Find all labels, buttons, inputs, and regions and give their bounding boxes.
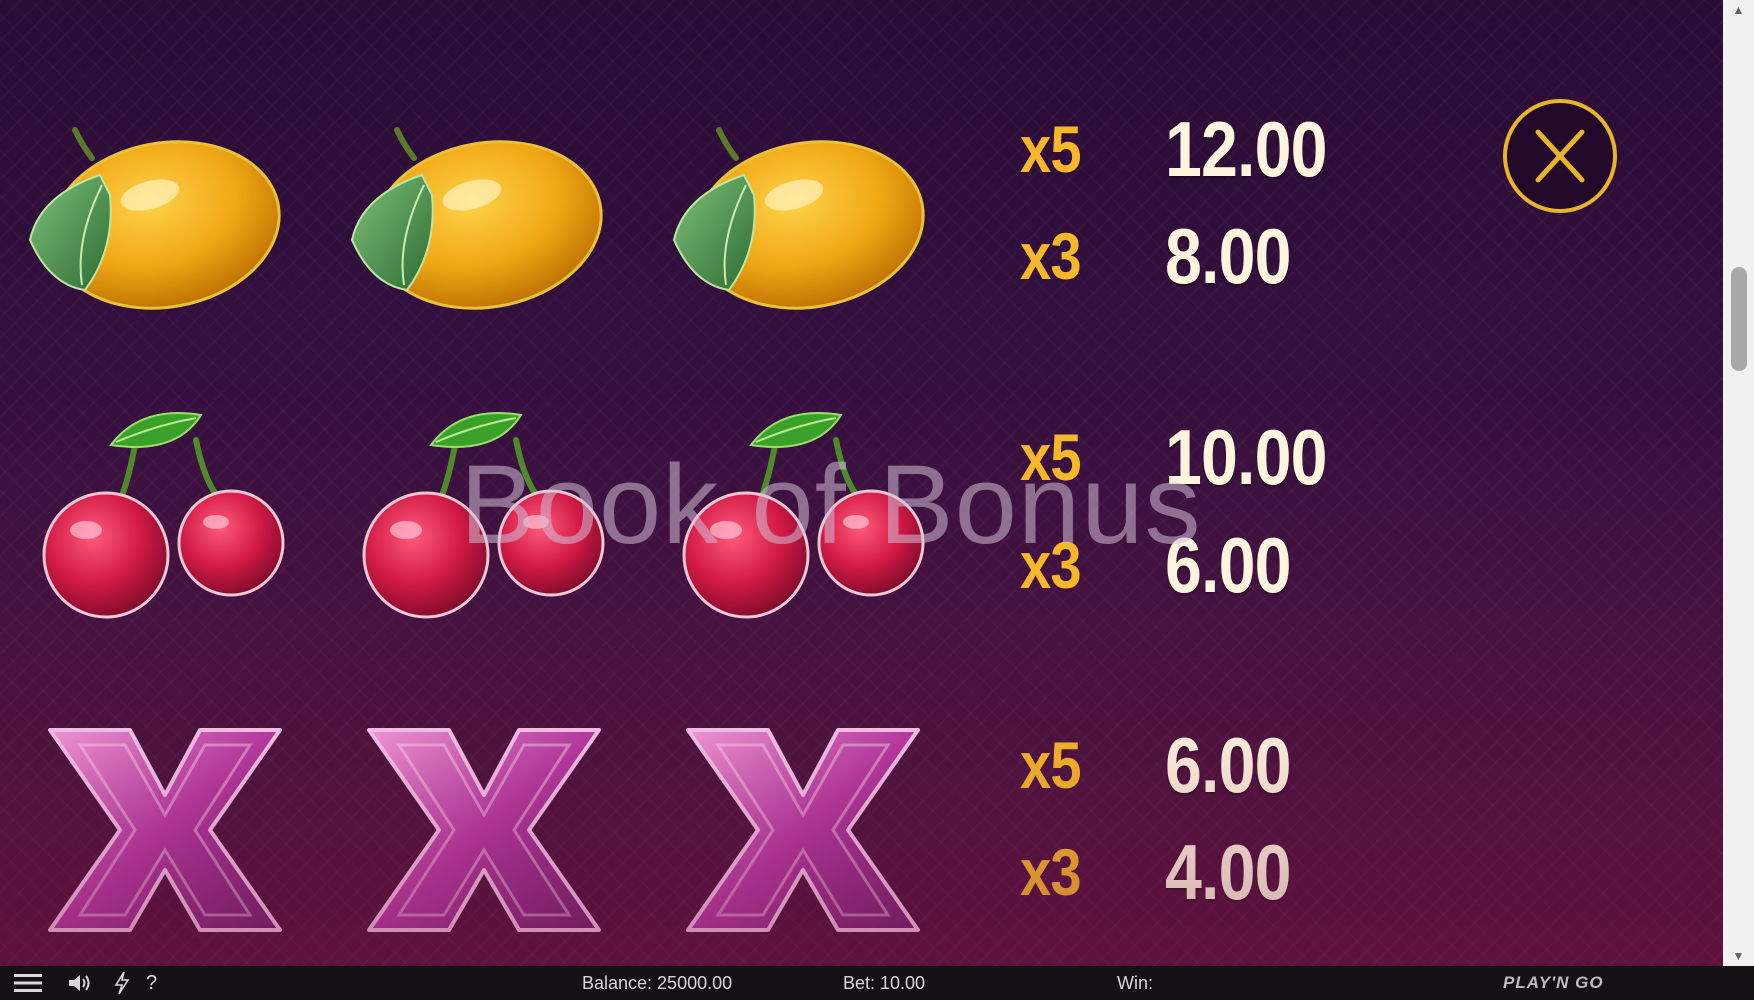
win-display: Win: bbox=[1117, 973, 1153, 993]
close-icon bbox=[1535, 129, 1585, 183]
payout-amount: 6.00 bbox=[1165, 520, 1291, 609]
help-button[interactable]: ? bbox=[146, 966, 157, 1000]
paytable-row-cherry: x5 10.00 x3 6.00 bbox=[0, 390, 1723, 690]
paytable-row-purple-x: x5 6.00 x3 4.00 bbox=[0, 700, 1723, 966]
payout-line-5: x5 10.00 bbox=[1020, 412, 1355, 502]
payout-amount: 10.00 bbox=[1165, 412, 1328, 501]
menu-icon[interactable] bbox=[14, 970, 42, 996]
close-button[interactable] bbox=[1503, 99, 1617, 213]
paytable-row-lemon: x5 12.00 x3 8.00 bbox=[0, 80, 1723, 380]
payout-line-5: x5 6.00 bbox=[1020, 720, 1313, 810]
scrollbar[interactable]: ▲ ▼ bbox=[1723, 0, 1754, 966]
payout-amount: 12.00 bbox=[1165, 104, 1328, 193]
lightning-icon[interactable] bbox=[108, 970, 136, 996]
multiplier-label: x3 bbox=[1020, 835, 1082, 909]
cherry-symbol bbox=[666, 400, 946, 620]
payout-line-5: x5 12.00 bbox=[1020, 104, 1355, 194]
balance-display: Balance: 25000.00 bbox=[582, 973, 733, 993]
payout-amount: 8.00 bbox=[1165, 211, 1291, 300]
multiplier-label: x3 bbox=[1020, 528, 1082, 602]
lemon-symbol bbox=[20, 100, 300, 320]
lemon-symbol bbox=[342, 100, 622, 320]
cherry-symbol bbox=[26, 400, 306, 620]
scroll-thumb[interactable] bbox=[1731, 267, 1747, 371]
lemon-symbol bbox=[664, 100, 944, 320]
paytable-screen: x5 12.00 x3 8.00 x5 10.00 x3 6.00 x5 6.0… bbox=[0, 0, 1723, 966]
multiplier-label: x5 bbox=[1020, 728, 1082, 802]
cherry-symbol bbox=[346, 400, 626, 620]
purple-x-symbol bbox=[663, 720, 943, 940]
brand-logo: PLAY'N GO bbox=[1503, 973, 1604, 992]
speaker-icon[interactable] bbox=[66, 970, 94, 996]
purple-x-symbol bbox=[25, 720, 305, 940]
multiplier-label: x5 bbox=[1020, 420, 1082, 494]
payout-line-3: x3 4.00 bbox=[1020, 827, 1313, 917]
payout-line-3: x3 8.00 bbox=[1020, 211, 1313, 301]
multiplier-label: x5 bbox=[1020, 112, 1082, 186]
scroll-down-arrow-icon[interactable]: ▼ bbox=[1723, 946, 1754, 966]
payout-amount: 6.00 bbox=[1165, 720, 1291, 809]
bet-display: Bet: 10.00 bbox=[843, 973, 926, 993]
purple-x-symbol bbox=[344, 720, 624, 940]
multiplier-label: x3 bbox=[1020, 219, 1082, 293]
payout-line-3: x3 6.00 bbox=[1020, 520, 1313, 610]
bottom-status-bar: ? Balance: 25000.00 Bet: 10.00 Win: PLAY… bbox=[0, 966, 1754, 1000]
scroll-up-arrow-icon[interactable]: ▲ bbox=[1723, 0, 1754, 20]
payout-amount: 4.00 bbox=[1165, 827, 1291, 916]
